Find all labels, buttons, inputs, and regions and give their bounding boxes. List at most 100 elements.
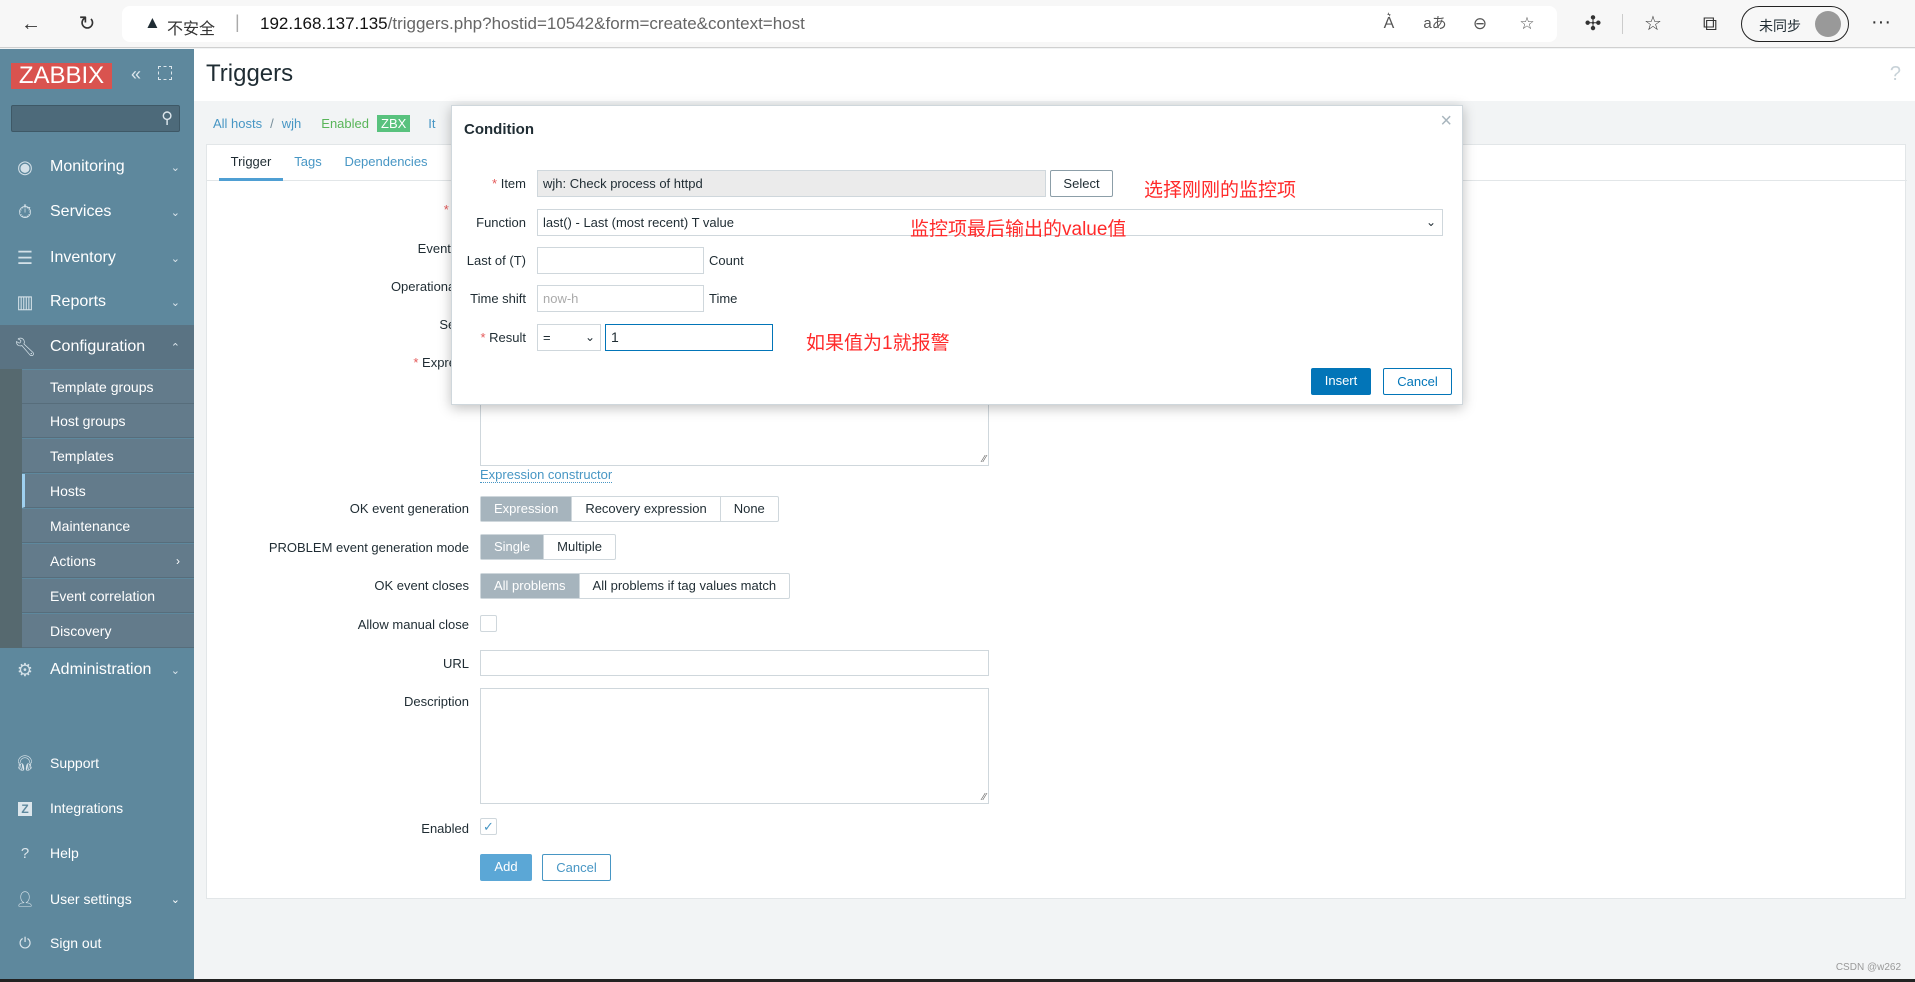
- resize-handle-icon[interactable]: ⁄⁄: [983, 454, 986, 465]
- menu-label: Help: [50, 845, 79, 861]
- menu-monitoring[interactable]: ◉ Monitoring ⌄: [0, 145, 194, 189]
- host-status[interactable]: Enabled: [321, 116, 369, 131]
- search-icon: ⚲: [161, 110, 173, 127]
- submenu-template-groups[interactable]: Template groups: [22, 370, 194, 404]
- help-icon[interactable]: ?: [1890, 63, 1901, 86]
- ok-event-generation-toggle: Expression Recovery expression None: [480, 496, 779, 522]
- breadcrumb-host[interactable]: wjh: [282, 116, 302, 131]
- gear-icon: ⚙: [16, 659, 34, 680]
- allow-manual-close-checkbox[interactable]: [480, 615, 497, 632]
- cancel-button[interactable]: Cancel: [542, 854, 611, 881]
- sidebar-search-input[interactable]: ⚲: [11, 105, 180, 132]
- allow-manual-close-label: Allow manual close: [357, 617, 469, 632]
- help-icon: ?: [20, 844, 30, 862]
- read-aloud-icon[interactable]: A͛: [1374, 6, 1404, 42]
- time-label: Time: [709, 291, 738, 306]
- item-label: * Item: [492, 176, 526, 191]
- profile-icon: [1815, 11, 1841, 37]
- menu-label: Integrations: [50, 800, 124, 816]
- eye-icon: ◉: [17, 156, 33, 177]
- resize-handle-icon[interactable]: ⁄⁄: [983, 792, 986, 803]
- menu-label: User settings: [50, 891, 132, 907]
- page-header: Triggers ?: [194, 49, 1915, 101]
- more-icon[interactable]: ···: [1866, 4, 1896, 40]
- profile-button[interactable]: 未同步: [1741, 6, 1849, 42]
- insert-button[interactable]: Insert: [1311, 368, 1371, 395]
- select-item-button[interactable]: Select: [1050, 170, 1113, 197]
- menu-configuration[interactable]: 🔧︎ Configuration ⌃: [0, 325, 194, 369]
- option-tag-values-match[interactable]: All problems if tag values match: [580, 574, 790, 598]
- url-input[interactable]: [480, 650, 989, 676]
- menu-label: Services: [50, 203, 112, 220]
- tab-trigger[interactable]: Trigger: [219, 154, 283, 181]
- description-textarea[interactable]: ⁄⁄: [480, 688, 989, 804]
- watermark: CSDN @w262: [1835, 962, 1901, 973]
- menu-integrations[interactable]: Z Integrations: [0, 788, 194, 828]
- last-of-input[interactable]: [537, 247, 704, 274]
- tab-tags[interactable]: Tags: [283, 154, 333, 169]
- menu-support[interactable]: 🎧︎ Support: [0, 743, 194, 783]
- chevron-down-icon: ⌄: [584, 330, 595, 344]
- submenu-templates[interactable]: Templates: [22, 439, 194, 473]
- warning-icon: ▲: [144, 13, 161, 32]
- zbx-badge: ZBX: [377, 115, 411, 132]
- close-icon[interactable]: ×: [1440, 110, 1452, 133]
- dialog-cancel-button[interactable]: Cancel: [1383, 368, 1452, 395]
- headset-icon: 🎧︎: [15, 755, 35, 772]
- annotation-result: 如果值为1就报警: [806, 333, 950, 354]
- breadcrumb: All hosts / wjh Enabled ZBX It: [213, 115, 436, 132]
- option-recovery-expression[interactable]: Recovery expression: [572, 497, 721, 521]
- ok-event-generation-label: OK event generation: [349, 501, 469, 516]
- sync-label: 未同步: [1759, 18, 1801, 34]
- refresh-icon[interactable]: ↻: [72, 6, 102, 42]
- back-icon[interactable]: ←: [16, 6, 46, 42]
- option-expression[interactable]: Expression: [481, 497, 573, 521]
- option-all-problems[interactable]: All problems: [481, 574, 580, 598]
- menu-administration[interactable]: ⚙ Administration ⌄: [0, 648, 194, 692]
- collapse-icon[interactable]: «: [131, 64, 141, 85]
- add-favorite-icon[interactable]: ☆: [1512, 6, 1542, 42]
- option-multiple[interactable]: Multiple: [544, 535, 615, 559]
- list-icon: ☰: [16, 247, 34, 268]
- result-value-input[interactable]: 1: [605, 324, 773, 351]
- menu-reports[interactable]: ▥ Reports ⌄: [0, 280, 194, 324]
- menu-label: Configuration: [50, 338, 146, 355]
- address-bar[interactable]: ▲ 不安全 | 192.168.137.135/triggers.php?hos…: [122, 6, 1557, 42]
- name-label: * Na: [443, 202, 469, 217]
- kiosk-icon[interactable]: [158, 66, 172, 80]
- problem-mode-label: PROBLEM event generation mode: [268, 540, 469, 555]
- menu-label: Support: [50, 755, 100, 771]
- submenu-host-groups[interactable]: Host groups: [22, 404, 194, 438]
- collections-icon[interactable]: ⧉: [1695, 6, 1725, 42]
- extensions-icon[interactable]: ✣: [1578, 6, 1608, 42]
- add-button[interactable]: Add: [480, 854, 532, 881]
- stopwatch-icon: ⏱: [17, 201, 33, 222]
- favorites-icon[interactable]: ☆: [1638, 6, 1668, 42]
- menu-sign-out[interactable]: ⏻ Sign out: [0, 923, 194, 963]
- divider: |: [235, 12, 240, 32]
- tab-dependencies[interactable]: Dependencies: [333, 154, 439, 169]
- annotation-function: 监控项最后输出的value值: [910, 219, 1127, 240]
- option-single[interactable]: Single: [481, 535, 545, 559]
- menu-services[interactable]: ⏱ Services ⌄: [0, 190, 194, 234]
- zabbix-logo[interactable]: ZABBIX: [11, 63, 112, 89]
- enabled-checkbox[interactable]: ✓: [480, 818, 497, 835]
- option-none[interactable]: None: [721, 497, 778, 521]
- translate-icon[interactable]: aあ: [1420, 6, 1450, 42]
- time-shift-input[interactable]: now-h: [537, 285, 704, 312]
- breadcrumb-items[interactable]: It: [428, 116, 435, 131]
- breadcrumb-all-hosts[interactable]: All hosts: [213, 116, 262, 131]
- operational-data-label: Operational d: [390, 279, 469, 294]
- user-icon: 👤︎: [15, 891, 35, 908]
- expression-constructor-link[interactable]: Expression constructor: [480, 467, 613, 483]
- dialog-title: Condition: [464, 121, 534, 138]
- annotation-item: 选择刚刚的监控项: [1144, 180, 1297, 201]
- menu-help[interactable]: ? Help: [0, 833, 194, 873]
- description-label: Description: [403, 694, 469, 709]
- zoom-out-icon[interactable]: ⊖: [1465, 6, 1495, 42]
- menu-inventory[interactable]: ☰ Inventory ⌄: [0, 236, 194, 280]
- menu-user-settings[interactable]: 👤︎ User settings ⌄: [0, 879, 194, 919]
- result-operator-select[interactable]: = ⌄: [537, 324, 601, 351]
- browser-toolbar: ← ↻ ▲ 不安全 | 192.168.137.135/triggers.php…: [0, 0, 1915, 48]
- chevron-down-icon: ⌄: [170, 161, 180, 174]
